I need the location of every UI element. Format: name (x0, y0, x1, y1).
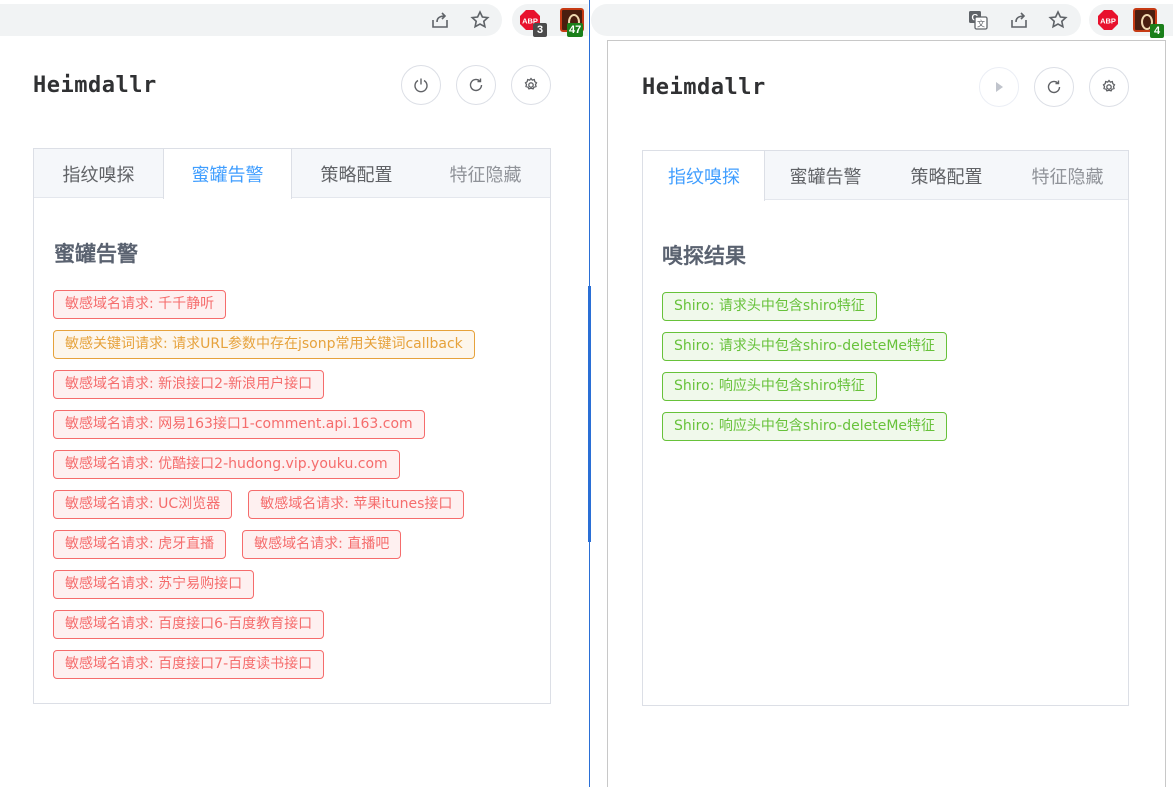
tab-fingerprint-sniff[interactable]: 指纹嗅探 (643, 151, 765, 201)
tab-header: 指纹嗅探 蜜罐告警 策略配置 特征隐藏 (34, 149, 550, 199)
tag-row: 敏感域名请求: 网易163接口1-comment.api.163.com (53, 410, 475, 439)
tag-row: 敏感关键词请求: 请求URL参数中存在jsonp常用关键词callback (53, 330, 475, 359)
tag-row: 敏感域名请求: 百度接口6-百度教育接口 (53, 610, 475, 639)
play-icon (996, 82, 1003, 92)
tag-row: Shiro: 响应头中包含shiro特征 (662, 372, 947, 401)
tab-feature-hide[interactable]: 特征隐藏 (421, 149, 550, 198)
refresh-button[interactable] (1034, 67, 1074, 107)
heimdallr-badge: 47 (567, 23, 584, 37)
refresh-icon (1047, 80, 1061, 94)
tab-policy-config[interactable]: 策略配置 (886, 151, 1007, 200)
alert-tag: 敏感域名请求: 直播吧 (242, 530, 402, 559)
alert-tag: 敏感域名请求: 苏宁易购接口 (53, 570, 255, 599)
translate-icon[interactable]: G 文 (967, 9, 989, 31)
alert-tag: 敏感域名请求: UC浏览器 (53, 490, 233, 519)
svg-text:文: 文 (977, 19, 985, 29)
section-title: 蜜罐告警 (54, 242, 138, 266)
result-tag: Shiro: 响应头中包含shiro特征 (662, 372, 877, 401)
tag-row: 敏感域名请求: 百度接口7-百度读书接口 (53, 650, 475, 679)
share-icon[interactable] (429, 9, 451, 31)
tag-row: Shiro: 响应头中包含shiro-deleteMe特征 (662, 412, 948, 441)
adblock-plus-icon[interactable]: ABP (1097, 9, 1119, 31)
alert-tag: 敏感域名请求: 百度接口7-百度读书接口 (53, 650, 325, 679)
right-browser-toolbar: G 文 ABP 4 (591, 0, 1173, 38)
result-tag: Shiro: 请求头中包含shiro-deleteMe特征 (662, 332, 948, 361)
sniff-result-tag-list: Shiro: 请求头中包含shiro特征 Shiro: 请求头中包含shiro-d… (662, 292, 948, 452)
window-divider (588, 0, 591, 787)
tag-row: 敏感域名请求: 苏宁易购接口 (53, 570, 475, 599)
alert-tag: 敏感域名请求: 优酷接口2-hudong.vip.youku.com (53, 450, 400, 479)
alert-tag: 敏感关键词请求: 请求URL参数中存在jsonp常用关键词callback (53, 330, 475, 359)
tab-feature-hide[interactable]: 特征隐藏 (1007, 151, 1128, 200)
settings-icon (524, 77, 538, 90)
section-title: 嗅探结果 (662, 244, 746, 268)
svg-text:ABP: ABP (1100, 17, 1116, 26)
settings-button[interactable] (1089, 67, 1129, 107)
alert-tag: 敏感域名请求: 新浪接口2-新浪用户接口 (53, 370, 325, 399)
alert-tag: 敏感域名请求: 虎牙直播 (53, 530, 227, 559)
alert-tag: 敏感域名请求: 百度接口6-百度教育接口 (53, 610, 325, 639)
alert-tag-list: 敏感域名请求: 千千静听敏感关键词请求: 请求URL参数中存在jsonp常用关键… (53, 290, 475, 690)
star-icon[interactable] (1047, 9, 1069, 31)
refresh-button[interactable] (456, 65, 496, 105)
tab-header: 指纹嗅探 蜜罐告警 策略配置 特征隐藏 (643, 151, 1128, 201)
share-icon[interactable] (1008, 9, 1030, 31)
alert-tag: 敏感域名请求: 网易163接口1-comment.api.163.com (53, 410, 425, 439)
tag-row: 敏感域名请求: 虎牙直播 敏感域名请求: 直播吧 (53, 530, 475, 559)
result-tag: Shiro: 响应头中包含shiro-deleteMe特征 (662, 412, 948, 441)
power-icon (414, 78, 428, 93)
left-browser-toolbar: ABP 3 47 (0, 0, 588, 38)
alert-tag: 敏感域名请求: 千千静听 (53, 290, 227, 319)
scrollbar[interactable] (1166, 40, 1173, 787)
star-icon[interactable] (469, 9, 491, 31)
settings-icon (1102, 79, 1116, 92)
heimdallr-badge: 4 (1150, 24, 1164, 38)
adblock-badge: 3 (533, 23, 547, 37)
power-button[interactable] (401, 65, 441, 105)
app-title: Heimdallr (33, 73, 157, 98)
alert-tag: 敏感域名请求: 苹果itunes接口 (248, 490, 465, 519)
tag-row: 敏感域名请求: UC浏览器 敏感域名请求: 苹果itunes接口 (53, 490, 475, 519)
tag-row: 敏感域名请求: 千千静听 (53, 290, 475, 319)
tag-row: Shiro: 请求头中包含shiro特征 (662, 292, 947, 321)
tag-row: Shiro: 请求头中包含shiro-deleteMe特征 (662, 332, 948, 361)
app-title: Heimdallr (642, 75, 766, 100)
tag-row: 敏感域名请求: 新浪接口2-新浪用户接口 (53, 370, 475, 399)
tag-row: 敏感域名请求: 优酷接口2-hudong.vip.youku.com (53, 450, 475, 479)
tab-honeypot-alert[interactable]: 蜜罐告警 (163, 149, 292, 199)
start-button[interactable] (979, 67, 1019, 107)
settings-button[interactable] (511, 65, 551, 105)
tab-policy-config[interactable]: 策略配置 (292, 149, 421, 198)
refresh-icon (469, 78, 483, 92)
result-tag: Shiro: 请求头中包含shiro特征 (662, 292, 877, 321)
tab-honeypot-alert[interactable]: 蜜罐告警 (765, 151, 886, 200)
address-bar[interactable] (0, 4, 502, 36)
tab-fingerprint-sniff[interactable]: 指纹嗅探 (34, 149, 163, 198)
